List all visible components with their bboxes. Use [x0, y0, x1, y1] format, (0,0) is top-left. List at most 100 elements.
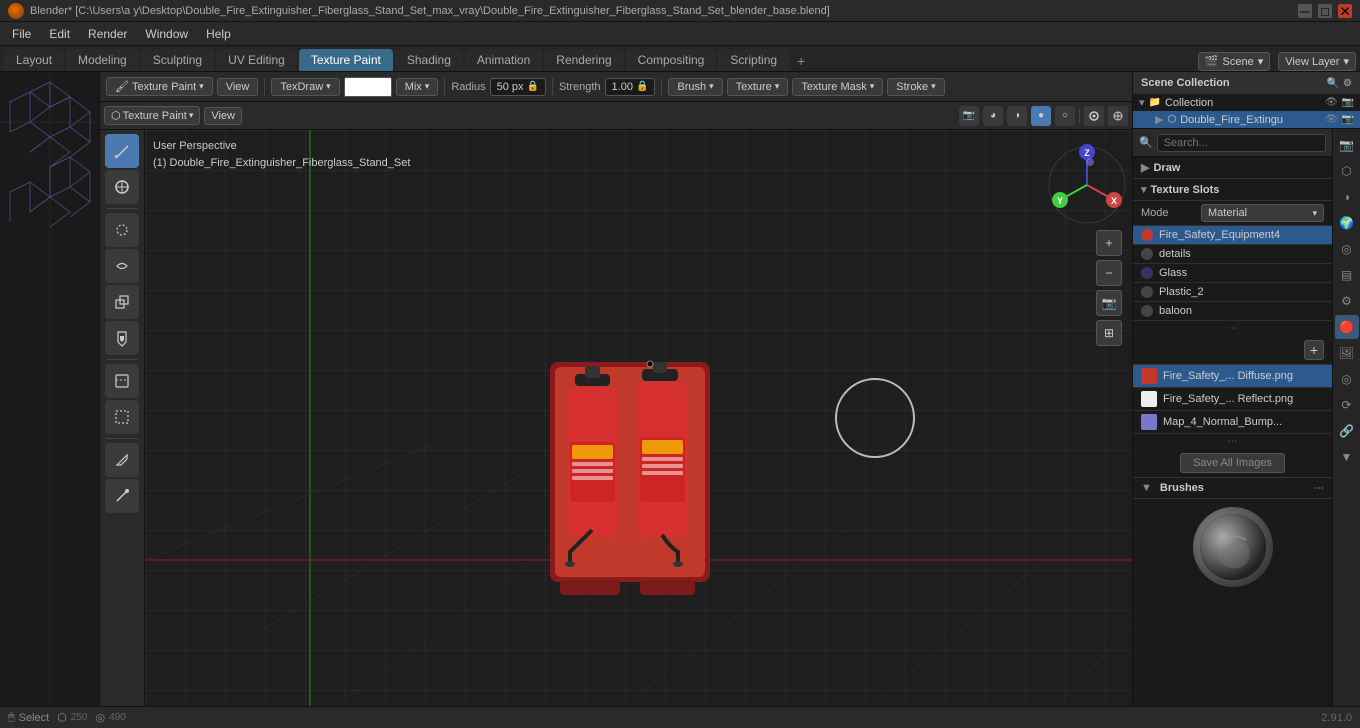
stroke-dropdown[interactable]: Stroke ▾: [887, 78, 944, 96]
scene-collection-label: Scene Collection: [1141, 77, 1230, 89]
gizmo-button[interactable]: [1108, 106, 1128, 126]
material-color-2: [1141, 267, 1153, 279]
menu-render[interactable]: Render: [80, 25, 135, 43]
constraints-props-button[interactable]: 🔗: [1335, 419, 1359, 443]
object-render-icon[interactable]: 📷: [1342, 114, 1354, 125]
clone-tool-button[interactable]: [105, 285, 139, 319]
color-swatch[interactable]: [344, 77, 392, 97]
expand-props-button[interactable]: ▼: [1335, 445, 1359, 469]
texture-props-button[interactable]: 🖼: [1335, 341, 1359, 365]
view-menu-button[interactable]: View: [204, 107, 242, 125]
menu-file[interactable]: File: [4, 25, 39, 43]
shading-rendered-button[interactable]: ●: [1031, 106, 1051, 126]
texture-slots-header[interactable]: ▾ Texture Slots: [1133, 179, 1332, 201]
tab-rendering[interactable]: Rendering: [544, 49, 623, 71]
save-all-images-button[interactable]: Save All Images: [1180, 453, 1285, 473]
tab-animation[interactable]: Animation: [465, 49, 542, 71]
tab-scripting[interactable]: Scripting: [718, 49, 789, 71]
mode-selector[interactable]: 🖌 Texture Paint ▾: [106, 77, 213, 96]
particles-props-button[interactable]: ◎: [1335, 367, 1359, 391]
scene-dropdown[interactable]: 🎬 Scene ▾: [1198, 52, 1270, 71]
smear-tool-button[interactable]: [105, 249, 139, 283]
material-item-2[interactable]: Glass: [1133, 264, 1332, 283]
view-button[interactable]: View: [217, 78, 259, 96]
vertex-icon: ◎: [95, 711, 105, 724]
camera-button[interactable]: 📷: [959, 106, 979, 126]
grab-tool-button[interactable]: [105, 170, 139, 204]
output-props-button[interactable]: ⬡: [1335, 159, 1359, 183]
tab-layout[interactable]: Layout: [4, 49, 64, 71]
maximize-button[interactable]: □: [1318, 4, 1332, 18]
tab-texture-paint[interactable]: Texture Paint: [299, 49, 393, 71]
strength-field[interactable]: 1.00 🔒: [605, 78, 656, 96]
annotate-button[interactable]: [105, 443, 139, 477]
mask-tool-button[interactable]: [105, 364, 139, 398]
soften-tool-button[interactable]: [105, 213, 139, 247]
frame-icon: ⬡: [57, 711, 67, 724]
shading-eevee-button[interactable]: ○: [1055, 106, 1075, 126]
zoom-in-button[interactable]: +: [1096, 230, 1122, 256]
shading-material-button[interactable]: ◑: [1007, 106, 1027, 126]
texture-item-1[interactable]: Fire_Safety_... Reflect.png: [1133, 388, 1332, 411]
tab-sculpting[interactable]: Sculpting: [141, 49, 214, 71]
blend-mode-dropdown[interactable]: Mix ▾: [396, 78, 439, 96]
material-item-4[interactable]: baloon: [1133, 302, 1332, 321]
radius-label: Radius: [451, 81, 485, 93]
material-item-1[interactable]: details: [1133, 245, 1332, 264]
viewport-mode-button[interactable]: ⬡ Texture Paint ▾: [104, 106, 200, 125]
texture-item-0[interactable]: Fire_Safety_... Diffuse.png: [1133, 365, 1332, 388]
collection-visibility-icon[interactable]: 👁: [1325, 97, 1338, 108]
menu-window[interactable]: Window: [137, 25, 196, 43]
tab-modeling[interactable]: Modeling: [66, 49, 139, 71]
select-box-button[interactable]: [105, 400, 139, 434]
brush-type-dropdown[interactable]: TexDraw ▾: [271, 78, 339, 96]
object-props-button[interactable]: ▤: [1335, 263, 1359, 287]
frame-button[interactable]: ⊞: [1096, 320, 1122, 346]
render-props-button[interactable]: 📷: [1335, 133, 1359, 157]
material-item-3[interactable]: Plastic_2: [1133, 283, 1332, 302]
menu-help[interactable]: Help: [198, 25, 239, 43]
properties-search-input[interactable]: [1157, 134, 1326, 152]
add-texture-button[interactable]: +: [1304, 340, 1324, 360]
collection-render-icon[interactable]: 📷: [1342, 97, 1354, 108]
tab-shading[interactable]: Shading: [395, 49, 463, 71]
texture-dropdown[interactable]: Texture ▾: [727, 78, 789, 96]
zoom-out-button[interactable]: −: [1096, 260, 1122, 286]
material-props-button[interactable]: 🔴: [1335, 315, 1359, 339]
modifier-props-button[interactable]: ⚙: [1335, 289, 1359, 313]
scene-props-button[interactable]: 🌍: [1335, 211, 1359, 235]
annotate-line-button[interactable]: [105, 479, 139, 513]
outliner-settings-icon[interactable]: ⚙: [1343, 78, 1352, 89]
material-item-0[interactable]: Fire_Safety_Equipment4: [1133, 226, 1332, 245]
close-button[interactable]: ✕: [1338, 4, 1352, 18]
tab-uv-editing[interactable]: UV Editing: [216, 49, 297, 71]
mode-prop-dropdown[interactable]: Material ▾: [1201, 204, 1324, 222]
physics-props-button[interactable]: ⟳: [1335, 393, 1359, 417]
draw-tool-button[interactable]: [105, 134, 139, 168]
add-workspace-button[interactable]: +: [791, 51, 811, 71]
minimize-button[interactable]: ─: [1298, 4, 1312, 18]
brushes-section-header[interactable]: ▼ Brushes ⋯: [1133, 478, 1332, 499]
filter-icon[interactable]: 🔍: [1327, 78, 1339, 89]
menu-edit[interactable]: Edit: [41, 25, 78, 43]
camera-view-button[interactable]: 📷: [1096, 290, 1122, 316]
view-layer-dropdown[interactable]: View Layer ▾: [1278, 52, 1356, 71]
world-props-button[interactable]: ◎: [1335, 237, 1359, 261]
texture-mask-dropdown[interactable]: Texture Mask ▾: [792, 78, 883, 96]
draw-section-header[interactable]: ▶ Draw: [1133, 157, 1332, 179]
tab-compositing[interactable]: Compositing: [626, 49, 717, 71]
collection-item[interactable]: ▾ 📁 Collection 👁 📷: [1133, 94, 1360, 111]
radius-field[interactable]: 50 px 🔒: [490, 78, 546, 96]
material-color-1: [1141, 248, 1153, 260]
shading-solid-button[interactable]: ◕: [983, 106, 1003, 126]
brush-dropdown[interactable]: Brush ▾: [668, 78, 722, 96]
fill-tool-button[interactable]: [105, 321, 139, 355]
view-layer-props-button[interactable]: ◑: [1335, 185, 1359, 209]
brush-label: Brush: [677, 81, 706, 93]
texture-name-2: Map_4_Normal_Bump...: [1163, 416, 1282, 428]
3d-viewport[interactable]: User Perspective (1) Double_Fire_Extingu…: [145, 130, 1132, 706]
object-visibility-icon[interactable]: 👁: [1325, 114, 1338, 125]
texture-item-2[interactable]: Map_4_Normal_Bump...: [1133, 411, 1332, 434]
overlay-button[interactable]: [1084, 106, 1104, 126]
object-item[interactable]: ▶ ⬡ Double_Fire_Extingu 👁 📷: [1133, 111, 1360, 128]
